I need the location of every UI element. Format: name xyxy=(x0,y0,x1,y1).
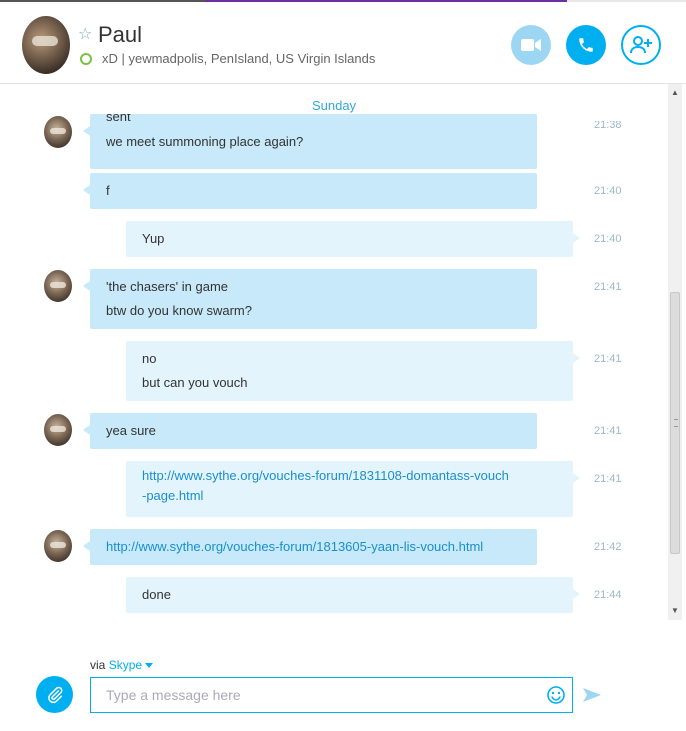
message-time: 21:40 xyxy=(594,185,622,197)
video-call-button[interactable] xyxy=(511,25,551,65)
message-input-box[interactable] xyxy=(90,677,573,713)
paperclip-icon xyxy=(47,686,62,703)
message-text: but can you vouch xyxy=(142,375,248,390)
add-contact-icon xyxy=(630,36,652,54)
message-bubble[interactable]: http://www.sythe.org/vouches-forum/18136… xyxy=(83,529,537,565)
video-call-icon xyxy=(521,39,541,51)
sender-avatar[interactable] xyxy=(44,530,72,562)
message-link[interactable]: http://www.sythe.org/vouches-forum/18311… xyxy=(142,468,509,503)
conversation-header: ☆ Paul xD | yewmadpolis, PenIsland, US V… xyxy=(0,2,686,84)
service-name[interactable]: Skype xyxy=(109,658,142,672)
message-bubble[interactable]: 'the chasers' in game btw do you know sw… xyxy=(83,269,537,329)
message-composer: via Skype xyxy=(0,620,686,731)
sender-avatar[interactable] xyxy=(44,414,72,446)
chevron-down-icon[interactable] xyxy=(145,663,154,669)
day-header: Sunday xyxy=(311,98,357,113)
message-time: 21:41 xyxy=(594,281,622,293)
message-text: btw do you know swarm? xyxy=(106,303,252,318)
message-time: 21:41 xyxy=(594,353,622,365)
contact-name[interactable]: Paul xyxy=(98,22,142,48)
via-label: via xyxy=(90,658,106,672)
message-time: 21:38 xyxy=(594,121,622,131)
message-text: Yup xyxy=(142,231,165,246)
message-text: we meet summoning place again? xyxy=(106,134,304,149)
add-people-button[interactable] xyxy=(621,25,661,65)
message-bubble[interactable]: http://www.sythe.org/vouches-forum/18311… xyxy=(126,461,580,517)
message-text: f xyxy=(106,183,110,198)
message-text: 'the chasers' in game xyxy=(106,279,229,294)
attach-button[interactable] xyxy=(36,676,73,713)
contact-avatar[interactable] xyxy=(22,16,70,74)
message-time: 21:41 xyxy=(594,425,622,437)
send-icon[interactable] xyxy=(582,686,602,704)
sender-avatar[interactable] xyxy=(44,116,72,148)
message-bubble[interactable]: f xyxy=(83,173,537,209)
message-link[interactable]: http://www.sythe.org/vouches-forum/18136… xyxy=(106,539,483,554)
message-text: done xyxy=(142,587,171,602)
audio-call-button[interactable] xyxy=(566,25,606,65)
message-bubble[interactable]: done xyxy=(126,577,580,613)
message-bubble[interactable]: yea sure xyxy=(83,413,537,449)
scroll-up-arrow-icon[interactable]: ▲ xyxy=(668,86,682,100)
star-icon[interactable]: ☆ xyxy=(78,26,96,44)
message-history[interactable]: Sunday sent we meet summoning place agai… xyxy=(0,84,668,620)
scrollbar-grip xyxy=(674,419,678,427)
message-time: 21:41 xyxy=(594,473,622,485)
message-bubble[interactable]: Yup xyxy=(126,221,580,257)
chat-scrollbar[interactable]: ▲ ▼ xyxy=(668,84,682,620)
message-time: 21:42 xyxy=(594,541,622,553)
message-time: 21:40 xyxy=(594,233,622,245)
message-text: no xyxy=(142,351,157,366)
scrollbar-thumb[interactable] xyxy=(670,292,680,554)
message-input[interactable] xyxy=(91,678,531,712)
message-bubble[interactable]: no but can you vouch xyxy=(126,341,580,401)
message-bubble[interactable]: sent we meet summoning place again? xyxy=(83,114,537,169)
message-time: 21:44 xyxy=(594,589,622,601)
sender-avatar[interactable] xyxy=(44,270,72,302)
contact-mood-message: xD | yewmadpolis, PenIsland, US Virgin I… xyxy=(102,51,376,66)
via-service-selector[interactable]: via Skype xyxy=(90,658,154,672)
emoticon-icon[interactable] xyxy=(546,685,566,705)
phone-call-icon xyxy=(579,38,593,52)
scroll-down-arrow-icon[interactable]: ▼ xyxy=(668,604,682,618)
message-text: sent xyxy=(106,114,131,124)
online-status-icon xyxy=(80,53,92,65)
message-text: yea sure xyxy=(106,423,156,438)
